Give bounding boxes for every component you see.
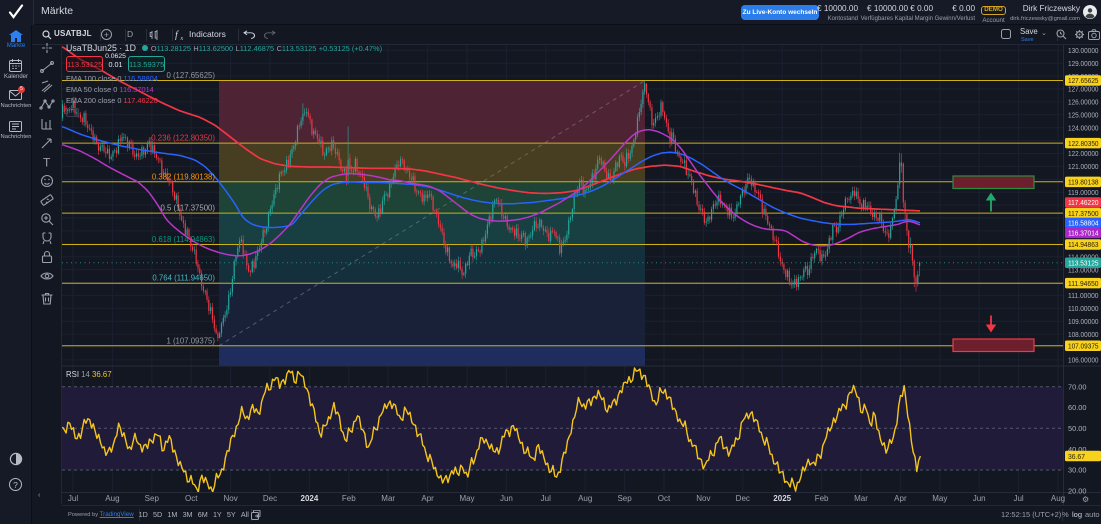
svg-text:Oct: Oct — [658, 494, 671, 503]
svg-text:Jul: Jul — [1013, 494, 1023, 503]
svg-text:May: May — [932, 494, 947, 503]
svg-text:127.00000: 127.00000 — [1068, 85, 1099, 94]
svg-text:109.00000: 109.00000 — [1068, 317, 1099, 326]
svg-text:106.00000: 106.00000 — [1068, 356, 1099, 365]
svg-text:Jun: Jun — [500, 494, 513, 503]
svg-text:Dec: Dec — [736, 494, 750, 503]
svg-text:0.618 (114.94863): 0.618 (114.94863) — [152, 235, 216, 244]
svg-text:0.764 (111.94650): 0.764 (111.94650) — [152, 274, 215, 283]
svg-text:Feb: Feb — [815, 494, 829, 503]
svg-text:121.00000: 121.00000 — [1068, 162, 1099, 171]
svg-text:70.00: 70.00 — [1068, 382, 1087, 391]
svg-text:129.00000: 129.00000 — [1068, 59, 1099, 68]
svg-text:122.00000: 122.00000 — [1068, 149, 1099, 158]
svg-text:126.00000: 126.00000 — [1068, 98, 1099, 107]
svg-text:0.236 (122.80350): 0.236 (122.80350) — [151, 134, 215, 143]
svg-text:50.00: 50.00 — [1068, 424, 1087, 433]
svg-text:0.382 (119.80138): 0.382 (119.80138) — [152, 172, 216, 181]
svg-text:Aug: Aug — [105, 494, 119, 503]
svg-text:Jun: Jun — [973, 494, 986, 503]
svg-text:⚙: ⚙ — [1082, 495, 1089, 504]
svg-text:125.00000: 125.00000 — [1068, 111, 1099, 120]
svg-text:Sep: Sep — [145, 494, 160, 503]
svg-text:1 (107.09375): 1 (107.09375) — [166, 336, 215, 345]
svg-text:110.00000: 110.00000 — [1068, 304, 1099, 313]
svg-text:2024: 2024 — [301, 494, 319, 503]
svg-text:117.37500: 117.37500 — [1068, 209, 1099, 218]
svg-text:Aug: Aug — [1051, 494, 1065, 503]
svg-text:30.00: 30.00 — [1068, 466, 1087, 475]
svg-text:124.00000: 124.00000 — [1068, 123, 1099, 132]
svg-text:Mar: Mar — [381, 494, 395, 503]
svg-text:x: x — [180, 36, 184, 40]
svg-text:60.00: 60.00 — [1068, 403, 1087, 412]
svg-text:Mar: Mar — [854, 494, 868, 503]
svg-text:Apr: Apr — [421, 494, 434, 503]
svg-text:122.80350: 122.80350 — [1068, 139, 1099, 148]
svg-text:111.00000: 111.00000 — [1068, 291, 1099, 300]
svg-text:116.58804: 116.58804 — [1068, 219, 1099, 228]
svg-text:114.94863: 114.94863 — [1068, 240, 1099, 249]
svg-text:119.80138: 119.80138 — [1068, 178, 1099, 187]
svg-text:127.65625: 127.65625 — [1068, 76, 1099, 85]
svg-text:0.5 (117.37500): 0.5 (117.37500) — [161, 204, 216, 213]
svg-text:Nov: Nov — [696, 494, 710, 503]
svg-text:Feb: Feb — [342, 494, 356, 503]
svg-text:f: f — [175, 30, 179, 40]
svg-text:0 (127.65625): 0 (127.65625) — [166, 71, 215, 80]
svg-text:Aug: Aug — [578, 494, 592, 503]
svg-text:Jul: Jul — [541, 494, 551, 503]
svg-text:T: T — [43, 156, 51, 170]
svg-text:Apr: Apr — [894, 494, 907, 503]
svg-text:117.46220: 117.46220 — [1068, 198, 1099, 207]
svg-text:2025: 2025 — [773, 494, 791, 503]
svg-text:May: May — [459, 494, 474, 503]
svg-text:Sep: Sep — [617, 494, 632, 503]
svg-text:107.09375: 107.09375 — [1068, 342, 1099, 351]
svg-text:119.00000: 119.00000 — [1068, 188, 1099, 197]
svg-text:113.53125: 113.53125 — [1068, 258, 1099, 267]
svg-text:108.00000: 108.00000 — [1068, 330, 1099, 339]
svg-text:116.37014: 116.37014 — [1068, 229, 1099, 238]
svg-text:130.00000: 130.00000 — [1068, 46, 1099, 55]
svg-text:Nov: Nov — [223, 494, 237, 503]
svg-text:Jul: Jul — [68, 494, 78, 503]
svg-text:Dec: Dec — [263, 494, 277, 503]
svg-text:36.67: 36.67 — [1068, 452, 1085, 461]
svg-text:Oct: Oct — [185, 494, 198, 503]
svg-text:111.94650: 111.94650 — [1068, 279, 1099, 288]
